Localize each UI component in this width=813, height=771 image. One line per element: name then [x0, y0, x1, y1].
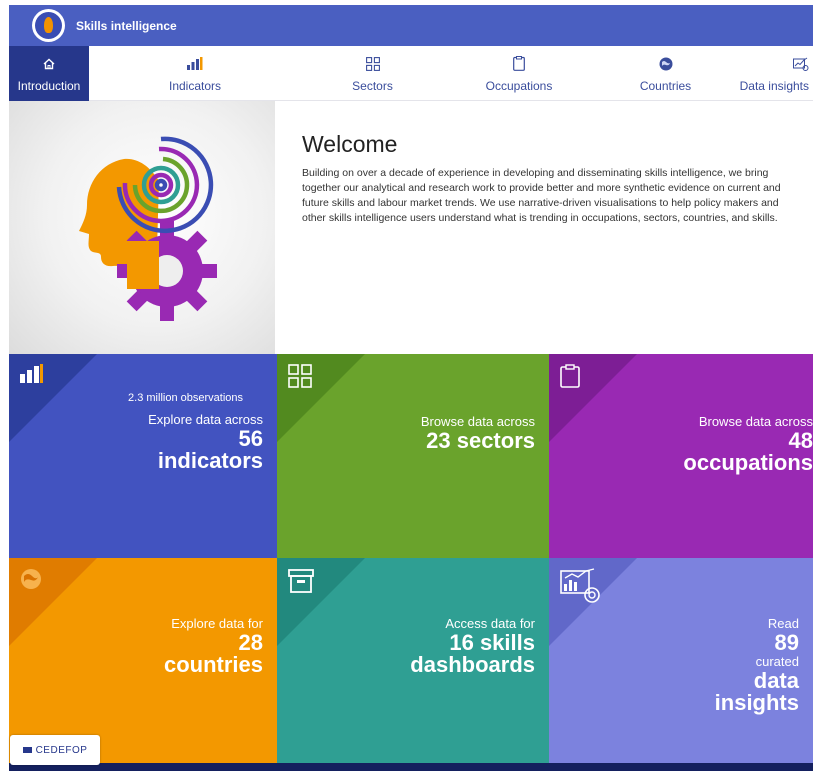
tile-noun: insights [714, 690, 799, 715]
tile-highlight: 16 skills [449, 630, 535, 655]
tile-noun: data [753, 668, 799, 693]
grid-icon [288, 364, 312, 393]
tile-occupations[interactable]: Browse data across 48 occupations [549, 354, 813, 558]
app-title: Skills intelligence [76, 18, 177, 33]
chart-insights-icon [560, 568, 604, 609]
tile-noun: countries [163, 652, 263, 677]
tab-indicators[interactable]: Indicators [89, 46, 301, 101]
globe-icon [659, 55, 673, 73]
archive-box-icon [288, 568, 314, 599]
head-gear-illustration [79, 136, 217, 321]
clipboard-icon [560, 364, 580, 393]
tab-countries[interactable]: Countries [594, 46, 737, 101]
home-icon [43, 55, 55, 73]
tile-content: Access data for 16 skills dashboards [410, 616, 535, 676]
tile-number: 28 [238, 630, 263, 655]
cedefop-logo[interactable]: CEDEFOP [10, 735, 100, 765]
tile-content: Read 89 curated data insights [715, 616, 799, 714]
logo-head-icon [35, 12, 62, 39]
tile-noun: indicators [157, 448, 263, 473]
brand-text: CEDEFOP [35, 744, 88, 756]
tile-content: Explore data for 28 countries [164, 616, 263, 676]
tab-label: Occupations [485, 78, 553, 93]
tile-number: 48 [788, 428, 813, 453]
tile-content: 2.3 million observations Explore data ac… [128, 392, 263, 472]
tab-label: Data insights [739, 78, 809, 93]
tile-content: Browse data across 48 occupations [683, 414, 813, 474]
footer-bar [9, 763, 813, 771]
app-frame: Skills intelligence Introduction Indicat… [9, 5, 813, 771]
main-nav: Introduction Indicators Sectors Occupati… [9, 46, 813, 101]
header-bar: Skills intelligence [9, 5, 813, 46]
tile-highlight: 23 sectors [426, 428, 535, 453]
globe-icon [20, 568, 42, 595]
tile-content: Browse data across 23 sectors [421, 414, 535, 452]
tile-highlight: dashboards [410, 652, 535, 677]
tile-dashboards[interactable]: Access data for 16 skills dashboards [277, 558, 549, 771]
clipboard-icon [513, 55, 525, 73]
bar-chart-icon [187, 55, 203, 73]
tab-introduction[interactable]: Introduction [9, 46, 89, 101]
welcome-body: Building on over a decade of experience … [302, 167, 781, 224]
tile-sectors[interactable]: Browse data across 23 sectors [277, 354, 549, 558]
tab-data-insights[interactable]: Data insights [737, 46, 813, 101]
tab-occupations[interactable]: Occupations [444, 46, 594, 101]
observations-text: 2.3 million observations [128, 392, 243, 404]
grid-icon [365, 55, 380, 73]
tab-sectors[interactable]: Sectors [301, 46, 444, 101]
tile-number: 89 [774, 630, 799, 655]
welcome-panel: Welcome Building on over a decade of exp… [275, 101, 813, 354]
tile-data-insights[interactable]: Read 89 curated data insights [549, 558, 813, 771]
bar-chart-icon [20, 364, 44, 389]
welcome-illustration [9, 101, 275, 354]
tab-label: Countries [639, 78, 692, 93]
tab-label: Indicators [168, 78, 222, 93]
tab-label: Sectors [352, 78, 393, 93]
chart-insights-icon [793, 55, 809, 73]
welcome-title: Welcome [302, 131, 398, 157]
tile-indicators[interactable]: 2.3 million observations Explore data ac… [9, 354, 277, 558]
app-logo[interactable] [32, 9, 65, 42]
tile-noun: occupations [683, 450, 813, 475]
eu-flag-icon [22, 747, 32, 753]
tile-number: 56 [238, 426, 263, 451]
tab-label: Introduction [17, 78, 81, 93]
